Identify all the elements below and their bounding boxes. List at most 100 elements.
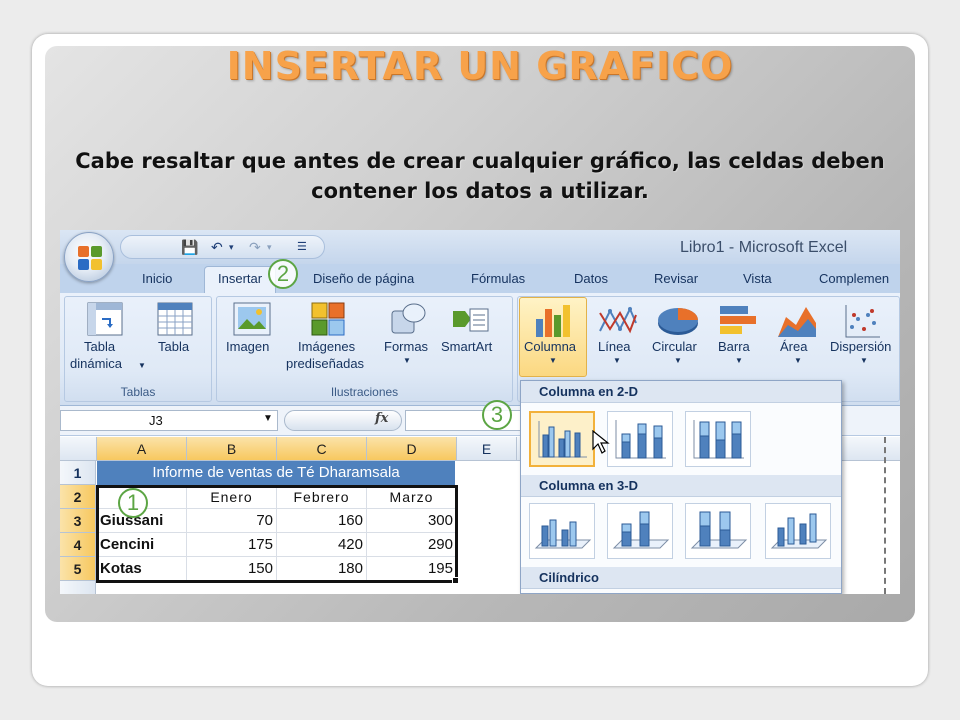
area-label[interactable]: Área	[780, 339, 807, 355]
callout-1: 1	[118, 488, 148, 518]
smartart-icon[interactable]	[450, 301, 490, 337]
bar-label[interactable]: Barra	[718, 339, 750, 355]
ribbon-tabs: Inicio Insertar Diseño de página Fórmula…	[60, 264, 900, 296]
group-ilustraciones-label: Ilustraciones	[330, 385, 399, 399]
pivot-table-icon[interactable]	[86, 301, 124, 337]
report-title-cell[interactable]: Informe de ventas de Té Dharamsala	[97, 461, 455, 485]
column-header-b[interactable]: B	[187, 437, 277, 461]
3d-clustered-column-option[interactable]	[529, 503, 595, 559]
page-break-line	[884, 437, 886, 594]
cell-d2[interactable]: Marzo	[367, 485, 457, 509]
clustered-column-option[interactable]	[529, 411, 595, 467]
cell-d4[interactable]: 290	[367, 533, 457, 557]
cell-c5[interactable]: 180	[277, 557, 367, 581]
tab-inicio[interactable]: Inicio	[142, 271, 172, 286]
save-icon[interactable]: 💾	[181, 239, 198, 255]
table-icon[interactable]	[156, 301, 194, 337]
cell-a5[interactable]: Kotas	[97, 557, 187, 581]
clipart-label[interactable]: Imágenes	[298, 339, 355, 355]
3d-100-stacked-column-option[interactable]	[685, 503, 751, 559]
cell-c4[interactable]: 420	[277, 533, 367, 557]
tab-revisar[interactable]: Revisar	[654, 271, 698, 286]
column-header-d[interactable]: D	[367, 437, 457, 461]
office-button[interactable]	[64, 232, 114, 282]
cell-b4[interactable]: 175	[187, 533, 277, 557]
tab-formulas[interactable]: Fórmulas	[471, 271, 525, 286]
tab-complementos[interactable]: Complemen	[819, 271, 889, 286]
clipart-label-line2[interactable]: prediseñadas	[286, 356, 364, 372]
100-stacked-column-option[interactable]	[685, 411, 751, 467]
name-box[interactable]: J3 ▼	[60, 410, 278, 431]
stacked-column-option[interactable]	[607, 411, 673, 467]
picture-label[interactable]: Imagen	[226, 339, 269, 355]
cell-b2[interactable]: Enero	[187, 485, 277, 509]
quick-access-toolbar: 💾 ↶ ▾ ↷ ▾ ☰	[120, 235, 325, 259]
row-header-6[interactable]	[60, 581, 96, 594]
tab-vista[interactable]: Vista	[743, 271, 772, 286]
line-label[interactable]: Línea	[598, 339, 631, 355]
row-header-1[interactable]: 1	[60, 461, 96, 485]
column-header-c[interactable]: C	[277, 437, 367, 461]
row-header-5[interactable]: 5	[60, 557, 96, 581]
bar-chart-icon[interactable]	[718, 303, 758, 339]
shapes-dropdown-icon[interactable]: ▼	[403, 356, 411, 365]
name-box-dropdown-icon[interactable]: ▼	[263, 413, 273, 424]
shapes-label[interactable]: Formas	[384, 339, 428, 355]
scatter-dropdown-icon[interactable]: ▼	[860, 356, 868, 365]
column-header-a[interactable]: A	[97, 437, 187, 461]
row-header-3[interactable]: 3	[60, 509, 96, 533]
excel-screenshot: 💾 ↶ ▾ ↷ ▾ ☰ Libro1 - Microsoft Excel Ini…	[60, 230, 900, 594]
pie-chart-icon[interactable]	[656, 303, 700, 339]
line-dropdown-icon[interactable]: ▼	[613, 356, 621, 365]
smartart-label[interactable]: SmartArt	[441, 339, 492, 355]
fill-handle[interactable]	[452, 577, 459, 584]
slide-title: INSERTAR UN GRAFICO	[226, 44, 734, 88]
row-header-2[interactable]: 2	[60, 485, 96, 509]
tab-datos[interactable]: Datos	[574, 271, 608, 286]
cell-c3[interactable]: 160	[277, 509, 367, 533]
bar-dropdown-icon[interactable]: ▼	[735, 356, 743, 365]
callout-3: 3	[482, 400, 512, 430]
scatter-label[interactable]: Dispersión	[830, 339, 891, 355]
scatter-chart-icon[interactable]	[844, 303, 882, 339]
tab-insertar[interactable]: Insertar	[218, 271, 262, 286]
tab-diseno-de-pagina[interactable]: Diseño de página	[313, 271, 414, 286]
slide-subtitle: Cabe resaltar que antes de crear cualqui…	[75, 149, 885, 203]
pie-label[interactable]: Circular	[652, 339, 697, 355]
column-header-e[interactable]: E	[457, 437, 517, 461]
pivot-table-label-line2[interactable]: dinámica	[70, 356, 122, 372]
cell-c2[interactable]: Febrero	[277, 485, 367, 509]
undo-dropdown-icon[interactable]: ▾	[229, 239, 234, 255]
redo-dropdown-icon[interactable]: ▾	[267, 239, 272, 255]
select-all-corner[interactable]	[60, 437, 97, 461]
table-label[interactable]: Tabla	[158, 339, 189, 355]
cell-b3[interactable]: 70	[187, 509, 277, 533]
pie-dropdown-icon[interactable]: ▼	[674, 356, 682, 365]
cell-a4[interactable]: Cencini	[97, 533, 187, 557]
insert-function-icon[interactable]: fx	[375, 411, 388, 426]
row-header-4[interactable]: 4	[60, 533, 96, 557]
cell-d5[interactable]: 195	[367, 557, 457, 581]
3d-column-option[interactable]	[765, 503, 831, 559]
column-label[interactable]: Columna	[524, 339, 576, 355]
gallery-section-3d: Columna en 3-D	[521, 475, 841, 497]
redo-icon[interactable]: ↷	[249, 239, 261, 255]
column-chart-icon[interactable]	[534, 303, 572, 339]
undo-icon[interactable]: ↶	[211, 239, 223, 255]
clipart-icon[interactable]	[310, 301, 346, 337]
office-logo-icon	[78, 246, 102, 270]
shapes-icon[interactable]	[388, 301, 428, 337]
3d-stacked-column-option[interactable]	[607, 503, 673, 559]
picture-icon[interactable]	[232, 301, 272, 337]
pivot-table-dropdown-icon[interactable]: ▼	[138, 361, 146, 370]
pivot-table-label[interactable]: Tabla	[84, 339, 115, 355]
customize-qat-icon[interactable]: ☰	[297, 239, 307, 255]
callout-2: 2	[268, 259, 298, 289]
area-chart-icon[interactable]	[776, 303, 818, 339]
group-tablas-label: Tablas	[120, 385, 156, 399]
line-chart-icon[interactable]	[598, 303, 638, 339]
area-dropdown-icon[interactable]: ▼	[794, 356, 802, 365]
column-dropdown-icon[interactable]: ▼	[549, 356, 557, 365]
cell-d3[interactable]: 300	[367, 509, 457, 533]
cell-b5[interactable]: 150	[187, 557, 277, 581]
